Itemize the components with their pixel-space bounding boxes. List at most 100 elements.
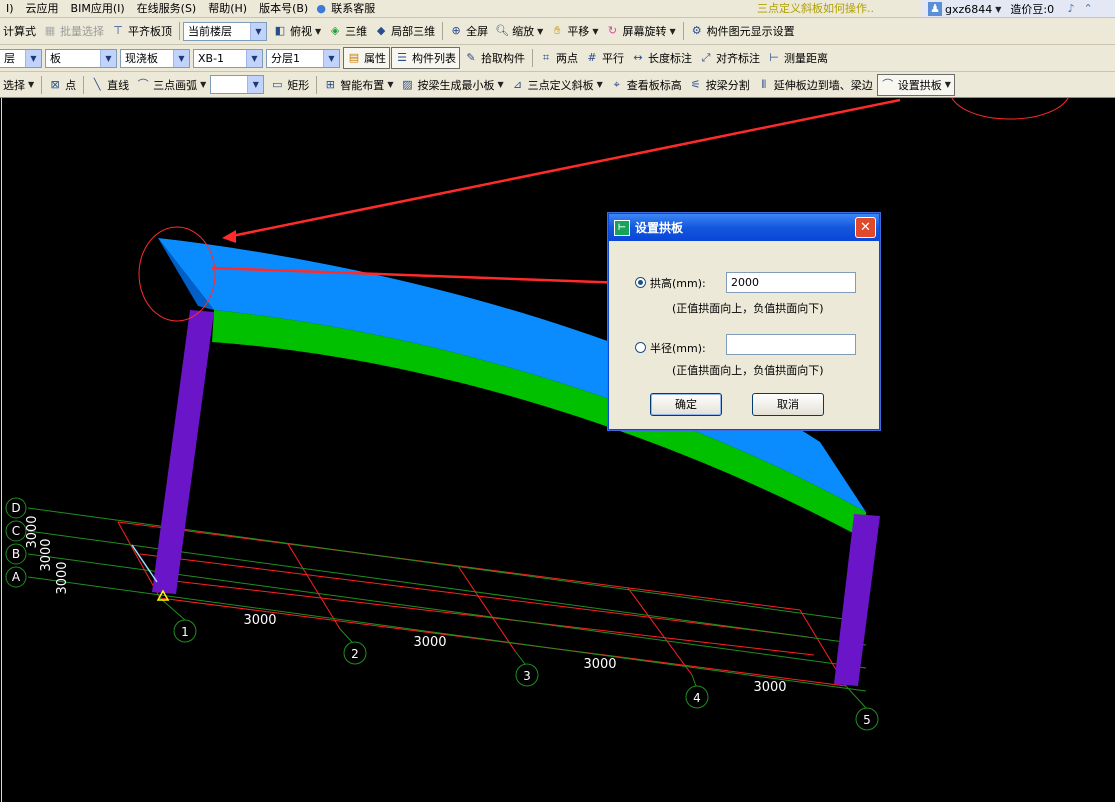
row-dim-1: 3000 [25, 515, 40, 548]
axis-label-2: 2 [351, 647, 359, 661]
menu-item-online[interactable]: 在线服务(S) [131, 3, 203, 14]
drawing-canvas[interactable]: D C B A 3000 3000 3000 1 2 3 4 5 3000 30… [0, 98, 1115, 802]
column-left[interactable] [152, 310, 214, 594]
gen-by-beam-button[interactable]: ▨ 按梁生成最小板 ▼ [397, 74, 506, 96]
set-arch-button[interactable]: ⌒ 设置拱板 ▼ [876, 73, 955, 96]
bell-icon[interactable]: ♪ [1064, 2, 1078, 16]
col-dim-4: 3000 [753, 680, 786, 695]
extend-edge-button[interactable]: ⫴ 延伸板边到墙、梁边 [754, 74, 876, 96]
notice-link[interactable]: 三点定义斜板如何操作.. [757, 0, 874, 16]
properties-icon: ▤ [348, 51, 360, 64]
menu-item-version[interactable]: 版本号(B) [253, 3, 314, 14]
close-icon[interactable]: ✕ [855, 217, 876, 238]
chevron-down-icon: ▼ [592, 26, 599, 36]
two-points-button[interactable]: ⌗ 两点 [536, 47, 581, 69]
rise-radio[interactable] [635, 277, 646, 288]
layer-select[interactable]: 分层1 ▼ [266, 48, 340, 68]
set-arch-dialog: ⊢ 设置拱板 ✕ 拱高(mm): 2000 (正值拱面向上，负值拱面向下) 半径… [608, 213, 880, 430]
component-list-button[interactable]: ☰ 构件列表 [391, 47, 460, 69]
separator [83, 75, 85, 94]
extend-icon: ⫴ [761, 77, 767, 91]
zoom-button[interactable]: 🔍︎ 缩放 ▼ [492, 20, 546, 42]
arch-icon: ⌒ [882, 77, 894, 91]
pick-component-button[interactable]: ✎ 拾取构件 [461, 47, 528, 69]
split-by-beam-button[interactable]: ⚟ 按梁分割 [686, 74, 753, 96]
dialog-title: 设置拱板 [635, 221, 684, 235]
rotate-button[interactable]: ↻ 屏幕旋转 ▼ [602, 20, 678, 42]
chevron-down-icon: ▼ [25, 49, 41, 67]
settings-icon: ⚙ [691, 24, 702, 37]
align-dim-button[interactable]: ⤢ 对齐标注 [696, 47, 763, 69]
component-type-select[interactable]: 板 ▼ [45, 48, 117, 68]
display-settings-button[interactable]: ⚙ 构件图元显示设置 [687, 20, 798, 42]
separator [532, 49, 533, 67]
price-beans: 造价豆:0 [1010, 3, 1055, 16]
menu-item-tool[interactable]: I) [0, 3, 20, 14]
properties-button[interactable]: ▤ 属性 [343, 47, 390, 69]
three-point-slope-button[interactable]: ⊿ 三点定义斜板 ▼ [508, 74, 606, 96]
chevron-down-icon: ▼ [247, 76, 264, 93]
model-view[interactable]: D C B A 3000 3000 3000 1 2 3 4 5 3000 30… [0, 98, 1115, 802]
column-right[interactable] [834, 514, 880, 686]
view-mode-button[interactable]: ◧ 俯视 ▼ [270, 20, 324, 42]
split-icon: ⚟ [690, 77, 701, 91]
radius-hint: (正值拱面向上，负值拱面向下) [672, 364, 824, 377]
axis-label-5: 5 [863, 713, 871, 727]
component-subtype-select[interactable]: 现浇板 ▼ [120, 48, 190, 68]
radius-radio[interactable] [635, 342, 646, 353]
menu-bar: I) 云应用 BIM应用(I) 在线服务(S) 帮助(H) 版本号(B) ● 联… [0, 0, 1115, 18]
dialog-titlebar[interactable]: ⊢ 设置拱板 [609, 214, 879, 241]
user-dropdown-icon[interactable]: ▼ [995, 5, 1001, 14]
chevron-down-icon: ▼ [315, 26, 322, 36]
parallel-icon: # [587, 51, 597, 64]
elevation-icon: ⌖ [613, 77, 620, 91]
magnifier-icon: 🔍︎ [495, 24, 510, 37]
calc-formula-button[interactable]: 计算式 [0, 20, 39, 42]
pan-button[interactable]: ✋︎ 平移 ▼ [547, 20, 601, 42]
smart-layout-button[interactable]: ⊞ 智能布置 ▼ [320, 74, 396, 96]
arc3-button[interactable]: ⌒ 三点画弧 ▼ [133, 74, 209, 96]
point-button[interactable]: ⊠ 点 [45, 74, 79, 96]
chevron-down-icon: ▼ [100, 49, 116, 67]
rise-input[interactable]: 2000 [726, 272, 856, 293]
user-panel: ♟ gxz6844 ▼ 造价豆:0 ♪ ⌃ [921, 0, 1115, 17]
col-dim-1: 3000 [243, 613, 276, 628]
app-icon: ⊢ [614, 219, 630, 236]
user-name[interactable]: gxz6844 [945, 3, 992, 16]
chevron-up-icon[interactable]: ⌃ [1081, 2, 1095, 16]
component-name-select[interactable]: XB-1 ▼ [193, 48, 263, 68]
axis-label-D: D [11, 501, 20, 515]
radius-label: 半径(mm): [650, 342, 706, 355]
floor-select[interactable]: 当前楼层 ▼ [183, 21, 267, 41]
select-button[interactable]: 选择 ▼ [0, 74, 37, 96]
cancel-button[interactable]: 取消 [752, 393, 824, 416]
length-dim-button[interactable]: ↔ 长度标注 [628, 47, 695, 69]
measure-button[interactable]: ⊢ 测量距离 [764, 47, 831, 69]
axis-label-4: 4 [693, 691, 701, 705]
slab-icon: ⊤ [113, 24, 123, 37]
view-elevation-button[interactable]: ⌖ 查看板标高 [607, 74, 685, 96]
menu-item-cloud[interactable]: 云应用 [20, 3, 65, 14]
slope-icon: ⊿ [513, 77, 523, 91]
local-3d-icon: ◆ [376, 24, 386, 37]
annotation-ellipse-toolbar [951, 98, 1069, 120]
local-3d-button[interactable]: ◆ 局部三维 [371, 20, 438, 42]
parallel-button[interactable]: # 平行 [582, 47, 627, 69]
ok-button[interactable]: 确定 [650, 393, 722, 416]
length-dim-icon: ↔ [633, 51, 643, 64]
flush-slab-top-button[interactable]: ⊤ 平齐板顶 [108, 20, 175, 42]
radius-input[interactable] [726, 334, 856, 355]
rect-button[interactable]: ▭ 矩形 [267, 74, 312, 96]
menu-item-support[interactable]: 联系客服 [331, 3, 381, 14]
line-button[interactable]: ╲ 直线 [87, 74, 132, 96]
shape-select[interactable]: ▼ [210, 75, 265, 94]
view-3d-button[interactable]: ◈ 三维 [325, 20, 370, 42]
menu-item-bim[interactable]: BIM应用(I) [65, 3, 131, 14]
menu-item-help[interactable]: 帮助(H) [202, 3, 253, 14]
batch-select-button[interactable]: ▦ 批量选择 [40, 20, 107, 42]
fullscreen-button[interactable]: ⊕ 全屏 [446, 20, 491, 42]
rectangle-icon: ▭ [272, 77, 283, 91]
chevron-down-icon: ▼ [246, 49, 262, 67]
toolbar-main: 计算式 ▦ 批量选择 ⊤ 平齐板顶 当前楼层 ▼ ◧ 俯视 ▼ ◈ 三维 ◆ 局部三维 ⊕ 全屏… [0, 18, 1115, 45]
floor-short-select[interactable]: 层 ▼ [0, 48, 42, 68]
